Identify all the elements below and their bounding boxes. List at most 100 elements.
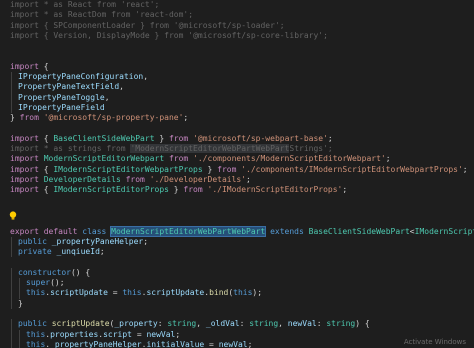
code-token: , [196, 319, 206, 329]
code-token: Version [53, 30, 88, 40]
code-line[interactable] [0, 51, 474, 61]
indent-guide [11, 298, 12, 309]
code-token: from [111, 10, 136, 20]
code-token: constructor [18, 267, 71, 277]
code-token: public [18, 319, 52, 329]
code-line[interactable]: public scriptUpdate(_property: string, _… [0, 319, 474, 330]
code-token: this [26, 288, 46, 298]
code-token: import [10, 175, 44, 185]
code-line[interactable]: import { SPComponentLoader } from '@micr… [0, 21, 474, 31]
code-line[interactable]: super(); [0, 278, 474, 289]
code-line[interactable]: import DeveloperDetails from './Develope… [0, 175, 474, 185]
code-token: from [125, 175, 150, 185]
code-token: () { [70, 267, 91, 277]
code-token: } [159, 133, 169, 143]
code-line[interactable]: export default class ModernScriptEditorW… [0, 225, 474, 237]
code-token: newVal [146, 329, 176, 339]
code-lines[interactable]: import * as React from 'react'; import * … [0, 0, 474, 348]
code-token: ; [462, 164, 468, 174]
code-token: import [10, 20, 44, 30]
code-token: _propertyPaneHelper [51, 236, 144, 246]
code-token: _property [114, 319, 158, 329]
code-token: * [43, 0, 54, 9]
code-line[interactable]: PropertyPaneTextField, [0, 82, 474, 93]
code-token: this [233, 288, 253, 298]
indent-guide [11, 339, 12, 348]
code-line[interactable]: } [0, 298, 474, 309]
code-line[interactable]: constructor() { [0, 267, 474, 279]
code-line[interactable]: import { Version, DisplayMode } from '@m… [0, 31, 474, 41]
indent-guide [11, 72, 12, 83]
code-token: BaseClientSideWebPart [308, 226, 410, 236]
code-token: { [43, 164, 54, 174]
code-token: : [316, 319, 327, 329]
code-token: { [43, 185, 54, 195]
code-token: './components/ModernScriptEditorWebpart' [193, 154, 386, 164]
code-token: ; [279, 20, 285, 30]
code-line[interactable]: IPropertyPaneField [0, 102, 474, 114]
code-line[interactable]: import * as React from 'react'; [0, 0, 474, 10]
code-line[interactable]: import * as strings from 'ModernScriptEd… [0, 144, 474, 154]
code-line[interactable]: import { IModernScriptEditorProps } from… [0, 185, 474, 195]
code-token: ; [385, 154, 391, 164]
code-token: = [107, 288, 123, 298]
code-token: } [173, 185, 184, 195]
code-editor[interactable]: import * as React from 'react'; import * … [0, 0, 474, 348]
code-line[interactable]: } from '@microsoft/sp-property-pane'; [0, 113, 474, 123]
code-token: ; [175, 329, 181, 339]
code-token: './IModernScriptEditorProps' [207, 185, 343, 195]
code-token: from [183, 185, 208, 195]
code-line[interactable]: import { [0, 62, 474, 72]
code-token: extends [265, 226, 309, 236]
code-token: ; [247, 339, 253, 348]
code-token: export [10, 226, 44, 236]
code-token: ReactDom [67, 10, 112, 20]
code-line[interactable]: this.scriptUpdate = this.scriptUpdate.bi… [0, 288, 474, 299]
code-token: import [10, 61, 44, 71]
code-token: ; [188, 10, 194, 20]
status-hint: Activate Windows [403, 338, 466, 346]
indent-guide [11, 267, 12, 279]
indent-guide [11, 236, 12, 248]
code-line[interactable] [0, 196, 474, 206]
code-line[interactable] [0, 206, 474, 216]
code-token: ; [143, 236, 149, 246]
code-token: { [43, 20, 54, 30]
code-token: { [43, 61, 49, 71]
code-line[interactable]: public _propertyPaneHelper; [0, 236, 474, 248]
code-line[interactable] [0, 216, 474, 226]
code-line[interactable]: import { IModernScriptEditorWebpartProps… [0, 165, 474, 175]
code-line[interactable] [0, 257, 474, 267]
indent-guide [19, 288, 20, 299]
code-token: ModernScriptEditorWebPartWebPart [110, 225, 267, 237]
code-token: IModernScriptEditorProps [414, 226, 474, 236]
code-token: public [18, 236, 52, 246]
code-token: } [207, 164, 218, 174]
code-token: ; [327, 133, 333, 143]
code-token: } [154, 30, 165, 40]
code-token: from [168, 133, 194, 143]
code-line[interactable]: import { BaseClientSideWebPart } from '@… [0, 134, 474, 144]
code-token: as [53, 0, 68, 9]
code-token: import [10, 185, 44, 195]
code-line[interactable]: import * as ReactDom from 'react-dom'; [0, 10, 474, 20]
code-line[interactable] [0, 124, 474, 134]
code-line[interactable]: PropertyPaneToggle, [0, 92, 474, 103]
code-token: '@microsoft/sp-property-pane' [43, 113, 184, 123]
code-token: ; [342, 185, 348, 195]
code-line[interactable] [0, 41, 474, 51]
code-token: import [10, 144, 44, 154]
lightbulb-icon[interactable] [9, 206, 17, 220]
code-line[interactable]: IPropertyPaneConfiguration, [0, 72, 474, 83]
code-line[interactable]: import ModernScriptEditorWebpart from '.… [0, 154, 474, 164]
code-token: 'react-dom' [135, 10, 189, 20]
code-line[interactable] [0, 309, 474, 319]
code-token: _oldVal [205, 319, 240, 329]
code-token: ; [99, 247, 105, 257]
code-token: scriptUpdate [50, 288, 108, 298]
code-token: scriptUpdate [146, 288, 205, 298]
code-token: } [10, 113, 20, 123]
code-line[interactable]: private _unqiueId; [0, 247, 474, 258]
code-token: IPropertyPaneField [18, 102, 105, 112]
code-token: ; [183, 113, 189, 123]
